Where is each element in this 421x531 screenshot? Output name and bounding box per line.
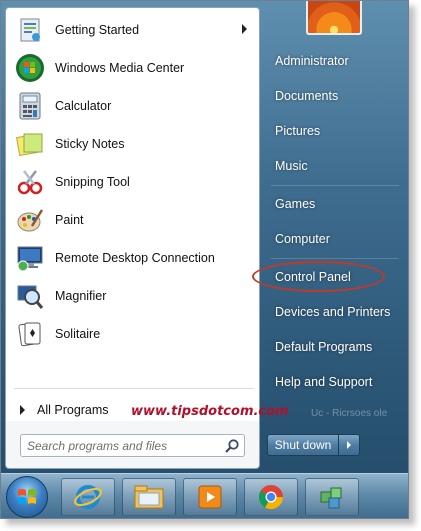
start-menu: Getting Started Windows Media Center Cal… <box>0 0 409 519</box>
program-magnifier[interactable]: Magnifier <box>6 278 259 314</box>
right-item-devices-and-printers[interactable]: Devices and Printers <box>267 299 403 325</box>
right-item-label: Documents <box>275 89 339 103</box>
shutdown-button[interactable]: Shut down <box>267 434 339 456</box>
start-orb[interactable] <box>6 476 48 518</box>
right-item-label: Default Programs <box>275 340 373 354</box>
program-label: Magnifier <box>55 289 107 303</box>
program-remote-desktop[interactable]: Remote Desktop Connection <box>6 240 259 276</box>
divider <box>271 258 399 259</box>
windows-media-center-icon <box>14 52 46 84</box>
program-getting-started[interactable]: Getting Started <box>6 12 259 48</box>
right-item-default-programs[interactable]: Default Programs <box>267 334 403 360</box>
paint-icon <box>14 204 46 236</box>
background-tooltip-text: Uc - Ricrsoes ole <box>311 408 388 419</box>
divider <box>271 185 399 186</box>
media-player-icon[interactable] <box>183 478 237 516</box>
expand-arrow-icon <box>20 405 25 415</box>
search-input[interactable] <box>27 437 219 454</box>
right-item-computer[interactable]: Computer <box>267 226 403 252</box>
program-windows-media-center[interactable]: Windows Media Center <box>6 50 259 86</box>
chevron-right-icon <box>347 441 351 449</box>
right-item-pictures[interactable]: Pictures <box>267 118 403 144</box>
right-item-help-and-support[interactable]: Help and Support <box>267 369 403 395</box>
program-label: Calculator <box>55 99 112 113</box>
program-label: Windows Media Center <box>55 61 185 75</box>
chrome-icon[interactable] <box>244 478 298 516</box>
program-label: Solitaire <box>55 327 101 341</box>
getting-started-icon <box>14 14 46 46</box>
shutdown-options-button[interactable] <box>339 434 360 456</box>
program-label: Paint <box>55 213 84 227</box>
program-solitaire[interactable]: Solitaire <box>6 316 259 352</box>
all-programs-label: All Programs <box>37 403 109 417</box>
watermark: www.tipsdotcom.com <box>131 404 289 419</box>
calculator-icon <box>14 90 46 122</box>
internet-explorer-icon[interactable] <box>61 478 115 516</box>
snipping-tool-icon <box>14 166 46 198</box>
app-icon[interactable] <box>305 478 359 516</box>
right-item-documents[interactable]: Documents <box>267 83 403 109</box>
search-icon[interactable] <box>224 438 240 454</box>
program-calculator[interactable]: Calculator <box>6 88 259 124</box>
program-label: Sticky Notes <box>55 137 125 151</box>
search-box[interactable] <box>20 434 245 457</box>
program-sticky-notes[interactable]: Sticky Notes <box>6 126 259 162</box>
right-item-label: Music <box>275 159 308 173</box>
program-label: Getting Started <box>55 23 140 37</box>
program-label: Snipping Tool <box>55 175 130 189</box>
right-item-music[interactable]: Music <box>267 153 403 179</box>
file-explorer-icon[interactable] <box>122 478 176 516</box>
programs-panel: Getting Started Windows Media Center Cal… <box>5 7 260 463</box>
divider <box>14 388 254 389</box>
right-item-label: Administrator <box>275 54 349 68</box>
magnifier-icon <box>14 280 46 312</box>
right-item-label: Games <box>275 197 316 211</box>
shutdown-control[interactable]: Shut down <box>267 434 360 456</box>
highlight-ring <box>252 261 385 292</box>
taskbar <box>1 473 408 518</box>
right-item-games[interactable]: Games <box>267 191 403 217</box>
right-item-label: Help and Support <box>275 375 373 389</box>
program-snipping-tool[interactable]: Snipping Tool <box>6 164 259 200</box>
user-picture[interactable] <box>306 1 362 35</box>
program-label: Remote Desktop Connection <box>55 251 215 265</box>
program-paint[interactable]: Paint <box>6 202 259 238</box>
submenu-arrow-icon[interactable] <box>242 24 247 34</box>
right-item-label: Devices and Printers <box>275 305 391 319</box>
solitaire-icon <box>14 318 46 350</box>
right-item-administrator[interactable]: Administrator <box>267 48 403 74</box>
remote-desktop-icon <box>14 242 46 274</box>
right-item-label: Computer <box>275 232 330 246</box>
sticky-notes-icon <box>14 128 46 160</box>
right-item-label: Pictures <box>275 124 321 138</box>
